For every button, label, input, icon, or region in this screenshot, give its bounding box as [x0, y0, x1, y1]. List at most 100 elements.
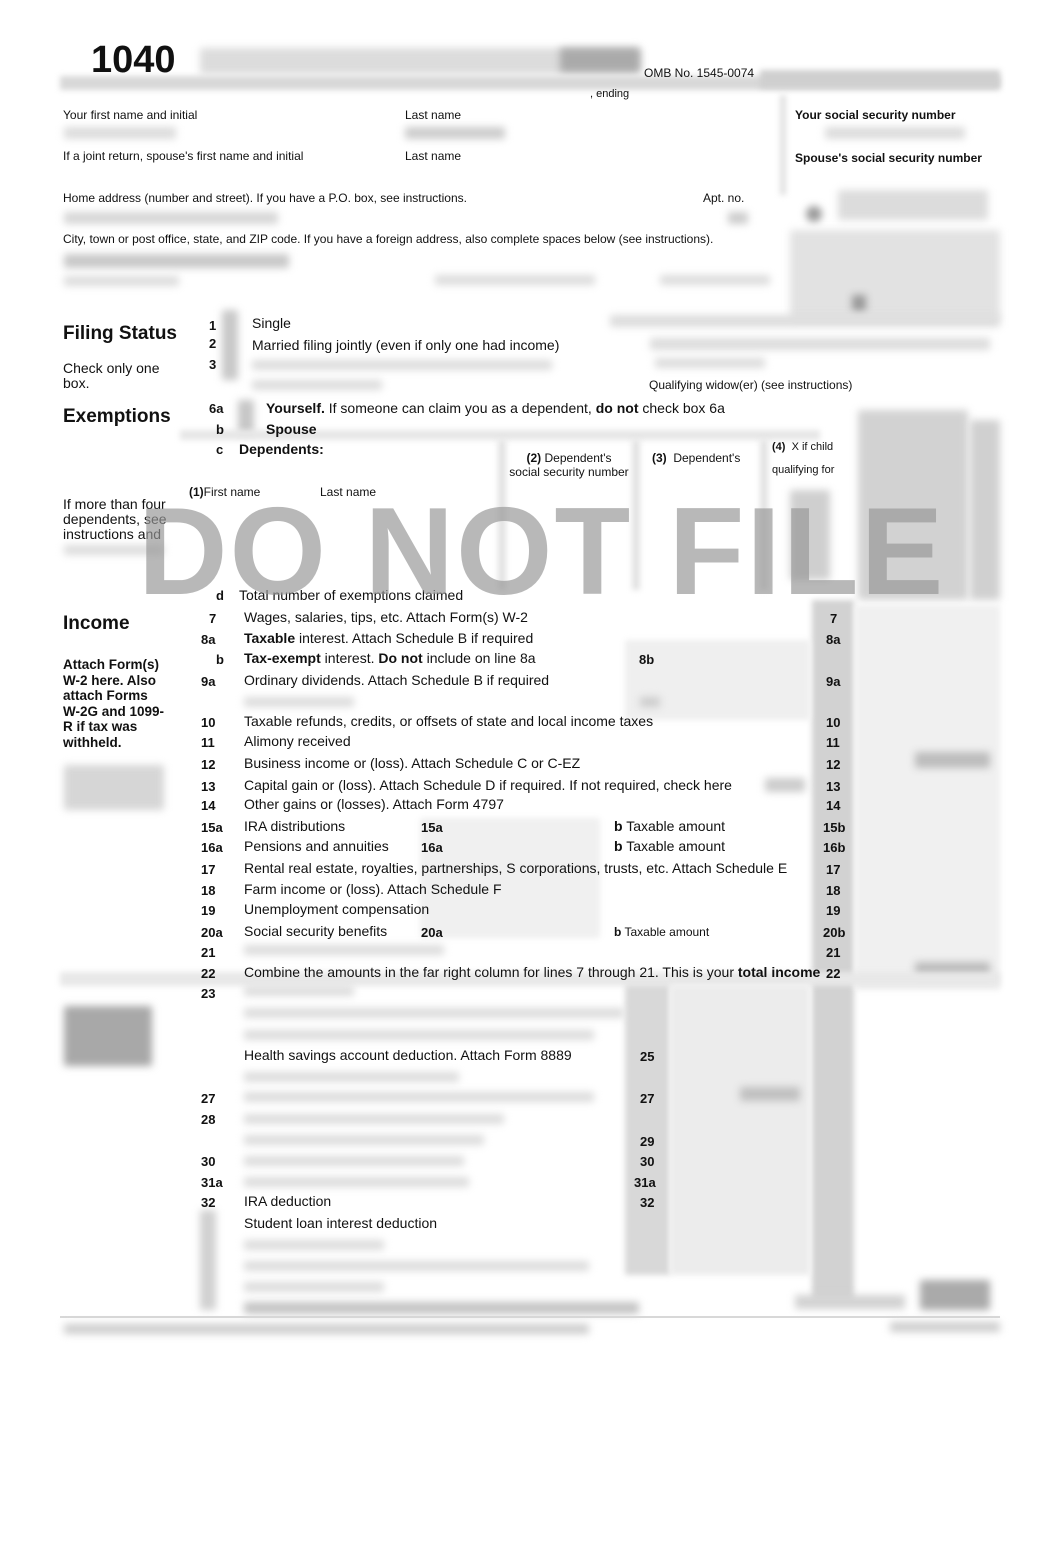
blurred-line-34-text	[244, 1240, 384, 1250]
income-side-note: Attach Form(s) W-2 here. Also attach For…	[63, 657, 165, 750]
blurred-line-36-text	[244, 1282, 384, 1292]
income-amount-box-label: 22	[826, 966, 841, 981]
adjustment-amount-field[interactable]	[672, 1193, 807, 1211]
adjustment-box-label: 31a	[634, 1175, 656, 1190]
col3-num: (3)	[652, 451, 667, 465]
adjustment-line-number: 28	[201, 1112, 216, 1127]
income-amount-field[interactable]	[856, 755, 996, 773]
income-line-number: 19	[201, 903, 216, 918]
taxable-text: Taxable amount	[624, 925, 710, 939]
blurred-line-26-text	[244, 1072, 459, 1082]
adjustment-amount-field[interactable]	[672, 1047, 807, 1065]
income-amount-field[interactable]	[856, 818, 996, 836]
blurred-line-37-text	[244, 1302, 639, 1314]
dependents-col2-header: (2) Dependent's social security number	[508, 451, 630, 479]
spouse-last-name-label: Last name	[405, 149, 462, 163]
income-amount-box-label: 18	[826, 883, 841, 898]
adjustment-line-number: 27	[201, 1091, 216, 1106]
income-amount-field[interactable]	[856, 713, 996, 731]
income-line-number: 20a	[201, 925, 223, 940]
col2-num: (2)	[526, 451, 542, 465]
blurred-adjusted-final	[920, 1280, 990, 1310]
blurred-line-27-text	[244, 1092, 594, 1102]
income-line-label: Capital gain or (loss). Attach Schedule …	[244, 777, 732, 793]
income-amount-box-label: 13	[826, 779, 841, 794]
income-line-text: Rental real estate, royalties, partnersh…	[244, 860, 788, 876]
line-6c-num: c	[216, 442, 224, 457]
income-amount-field[interactable]	[856, 964, 996, 982]
blurred-checkbox-dot-2	[852, 295, 866, 311]
income-amount-box-label: 14	[826, 798, 841, 813]
income-line-bold: Taxable	[244, 630, 296, 646]
income-amount-box-label: 19	[826, 903, 841, 918]
income-line-number: 21	[201, 945, 216, 960]
income-amount-field[interactable]	[856, 796, 996, 814]
income-line-label: Social security benefits	[244, 923, 387, 939]
income-line-label: Combine the amounts in the far right col…	[244, 964, 820, 980]
spouse-first-name-label: If a joint return, spouse's first name a…	[63, 149, 304, 163]
apt-label: Apt. no.	[703, 191, 745, 205]
income-line-number: 15a	[201, 820, 223, 835]
income-amount-field[interactable]	[856, 777, 996, 795]
income-line-label: Tax-exempt interest. Do not include on l…	[244, 650, 536, 666]
income-line-text: Unemployment compensation	[244, 901, 430, 917]
adjustment-amount-field[interactable]	[672, 1132, 807, 1150]
taxable-b: b	[614, 818, 623, 834]
income-line-text: IRA distributions	[244, 818, 346, 834]
taxable-amount-label: b Taxable amount	[614, 838, 725, 854]
income-line-number: 8a	[201, 632, 216, 647]
income-line-label: Unemployment compensation	[244, 901, 429, 917]
income-line-label: Ordinary dividends. Attach Schedule B if…	[244, 672, 549, 688]
adjustment-box-label: 27	[640, 1091, 655, 1106]
taxable-text: Taxable amount	[626, 838, 726, 854]
line-6a-label[interactable]: Yourself. If someone can claim you as a …	[266, 400, 725, 416]
income-line-label: Business income or (loss). Attach Schedu…	[244, 755, 580, 771]
ssn-column-band	[780, 95, 786, 195]
income-amount-field[interactable]	[856, 923, 996, 941]
line-6b-spouse[interactable]: Spouse	[266, 421, 317, 437]
line-6a-bold: Yourself.	[266, 400, 325, 416]
blurred-line-31a-text	[244, 1177, 469, 1187]
income-line-text: Ordinary dividends. Attach Schedule B if…	[244, 672, 550, 688]
blurred-filing-5-text	[650, 338, 990, 350]
adjusted-entry-column	[670, 985, 810, 1275]
form-number: 1040	[91, 39, 176, 81]
col3-label: Dependent's	[673, 451, 741, 465]
income-line-bold2: Do not	[378, 650, 423, 666]
income-line-number: 17	[201, 862, 216, 877]
blurred-9b-text	[244, 697, 354, 707]
income-amount-field[interactable]	[856, 672, 996, 690]
income-amount-field[interactable]	[856, 838, 996, 856]
taxable-b: b	[614, 838, 623, 854]
filing-status-qualifying-widow[interactable]: Qualifying widow(er) (see instructions)	[649, 378, 852, 392]
income-line-text: Combine the amounts in the far right col…	[244, 964, 738, 980]
income-line-label: Alimony received	[244, 733, 351, 749]
income-line-number: 22	[201, 966, 216, 981]
filing-status-married-jointly[interactable]: Married filing jointly (even if only one…	[252, 337, 559, 353]
income-amount-field[interactable]	[856, 881, 996, 899]
adjustment-amount-field[interactable]	[672, 1152, 807, 1170]
income-line-number: 14	[201, 798, 216, 813]
income-amount-field[interactable]	[856, 733, 996, 751]
income-amount-field[interactable]	[856, 630, 996, 648]
last-name-label: Last name	[405, 108, 462, 122]
exemptions-title: Exemptions	[63, 406, 171, 427]
adjustment-amount-field[interactable]	[672, 1173, 807, 1191]
taxable-amount-label: b Taxable amount	[614, 818, 725, 834]
income-amount-box-label: 17	[826, 862, 841, 877]
blurred-filing-3-text	[252, 360, 552, 370]
filing-status-single[interactable]: Single	[252, 315, 291, 331]
blurred-tax-year	[560, 48, 640, 72]
blurred-right-notes	[790, 230, 1000, 320]
adjustment-line-label: IRA deduction	[244, 1193, 332, 1209]
income-amount-field[interactable]	[856, 860, 996, 878]
blurred-filing-4-text	[610, 315, 1000, 327]
adjustment-amount-field[interactable]	[672, 1089, 807, 1107]
income-amount-field[interactable]	[856, 901, 996, 919]
income-amount-field[interactable]	[856, 943, 996, 961]
blurred-filing-3-text2	[252, 380, 382, 390]
income-line-number: 13	[201, 779, 216, 794]
blurred-campaign-text	[838, 190, 988, 220]
income-line-text: interest.	[320, 650, 379, 666]
income-line-text: Taxable refunds, credits, or offsets of …	[244, 713, 654, 729]
